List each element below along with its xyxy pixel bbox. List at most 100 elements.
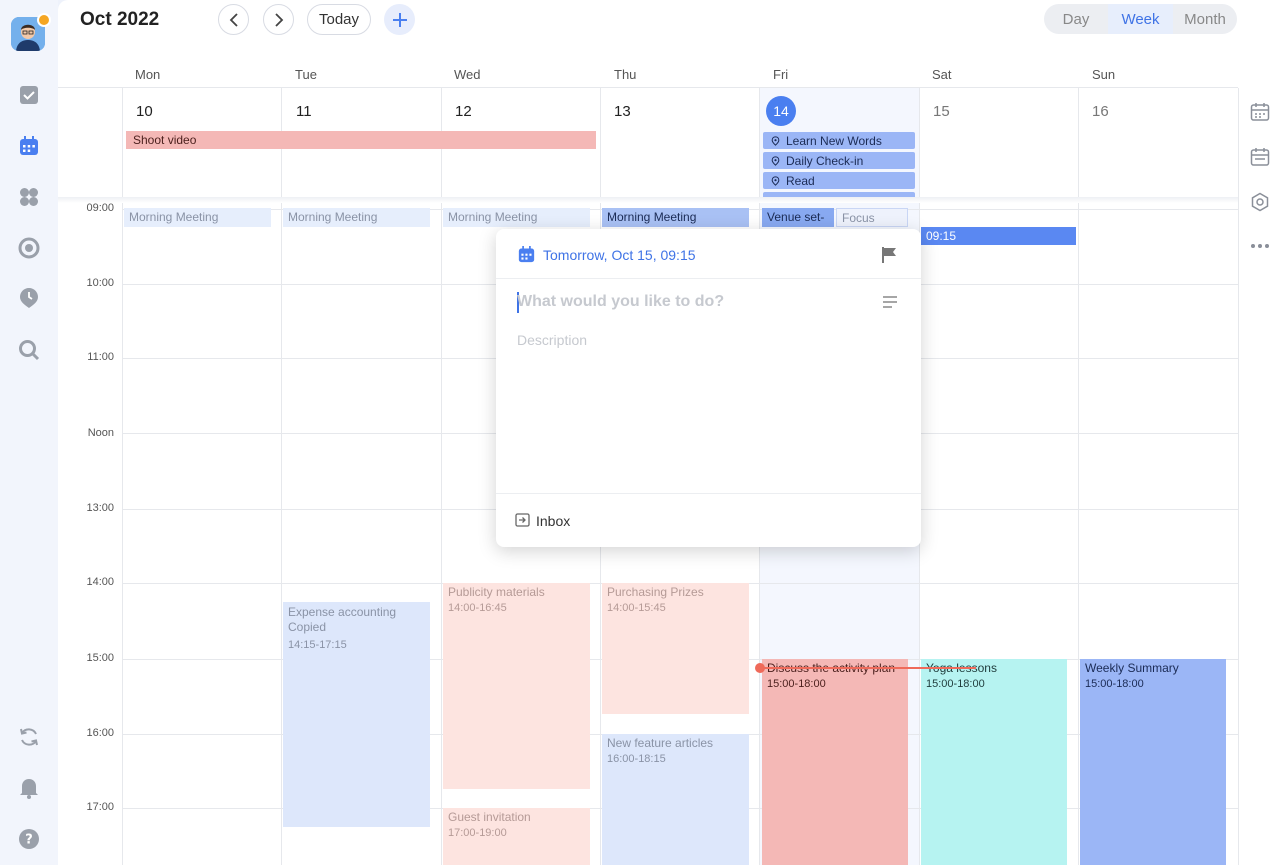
day-number-thu[interactable]: 13 xyxy=(614,103,631,120)
next-week-button[interactable] xyxy=(263,4,294,35)
popup-divider xyxy=(496,493,921,494)
time-label: Noon xyxy=(87,427,114,439)
notification-bell-icon[interactable] xyxy=(15,774,43,802)
event-title: Purchasing Prizes xyxy=(607,585,704,599)
event-title: Weekly Summary xyxy=(1085,661,1179,675)
allday-divider xyxy=(58,197,1238,203)
time-label: 10:00 xyxy=(86,277,114,289)
day-number-mon[interactable]: 10 xyxy=(136,103,153,120)
allday-task-chip[interactable]: Read xyxy=(763,172,915,189)
event-title: Expense accounting Copied xyxy=(288,605,397,634)
event-morning-meeting-thu[interactable]: Morning Meeting xyxy=(602,208,749,227)
day-number-tue[interactable]: 11 xyxy=(296,103,312,120)
day-number-sun[interactable]: 16 xyxy=(1092,103,1109,120)
current-time-line xyxy=(760,667,976,669)
today-button[interactable]: Today xyxy=(307,4,371,35)
new-event-placeholder-sat[interactable]: 09:15 xyxy=(921,227,1076,245)
view-settings-icon[interactable] xyxy=(1249,191,1271,213)
event-venue-setup[interactable]: Venue set- xyxy=(762,208,834,227)
habit-nav-icon[interactable] xyxy=(15,284,43,312)
matrix-nav-icon[interactable] xyxy=(15,183,43,211)
event-time: 14:00-16:45 xyxy=(448,602,507,614)
grid-line xyxy=(441,88,442,865)
view-week-option[interactable]: Week xyxy=(1108,4,1173,34)
description-toggle-icon[interactable] xyxy=(883,296,897,308)
time-label: 14:00 xyxy=(86,576,114,588)
event-expense-accounting[interactable]: Expense accounting Copied 14:15-17:15 xyxy=(283,602,430,827)
time-label: 11:00 xyxy=(87,351,114,363)
calendar-date-icon[interactable] xyxy=(518,246,535,263)
event-morning-meeting-tue[interactable]: Morning Meeting xyxy=(283,208,430,227)
header-divider xyxy=(58,87,1238,88)
allday-task-chip[interactable]: Learn New Words xyxy=(763,132,915,149)
calendar-view-icon[interactable] xyxy=(1249,101,1271,123)
location-pin-icon xyxy=(771,135,780,146)
search-nav-icon[interactable] xyxy=(15,336,43,364)
popup-date[interactable]: Tomorrow, Oct 15, 09:15 xyxy=(543,247,696,263)
time-label: 16:00 xyxy=(86,727,114,739)
allday-event-shoot-video[interactable]: Shoot video xyxy=(126,131,596,149)
description-input[interactable]: Description xyxy=(517,332,587,348)
event-morning-meeting-wed[interactable]: Morning Meeting xyxy=(443,208,590,227)
day-name-wed: Wed xyxy=(454,67,481,82)
view-switcher: Day Week Month xyxy=(1044,4,1237,34)
event-focus[interactable]: Focus xyxy=(836,208,908,227)
grid-line xyxy=(281,88,282,865)
view-day-option[interactable]: Day xyxy=(1044,4,1108,34)
task-title-input[interactable]: What would you like to do? xyxy=(517,293,724,311)
day-name-sat: Sat xyxy=(932,67,952,82)
add-event-button[interactable] xyxy=(384,4,415,35)
event-time: 15:00-18:00 xyxy=(767,678,826,690)
plus-icon xyxy=(392,12,407,27)
current-time-dot xyxy=(755,663,765,673)
event-time: 14:00-15:45 xyxy=(607,602,666,614)
day-number-sat[interactable]: 15 xyxy=(933,103,950,120)
event-morning-meeting-mon[interactable]: Morning Meeting xyxy=(124,208,271,227)
event-guest-invitation[interactable]: Guest invitation 17:00-19:00 xyxy=(443,808,590,865)
allday-more-indicator[interactable] xyxy=(763,192,915,197)
popup-divider xyxy=(496,278,921,279)
event-time: 16:00-18:15 xyxy=(607,753,666,765)
schedule-icon[interactable] xyxy=(1249,146,1271,168)
time-label: 09:00 xyxy=(86,202,114,214)
chevron-right-icon xyxy=(274,12,283,27)
tasks-nav-icon[interactable] xyxy=(15,81,43,109)
event-time: 14:15-17:15 xyxy=(288,639,347,651)
event-yoga-lessons[interactable]: Yoga lessons 15:00-18:00 xyxy=(921,659,1067,865)
day-number-fri-today[interactable]: 14 xyxy=(766,96,796,126)
quick-add-popup: Tomorrow, Oct 15, 09:15 What would you l… xyxy=(496,229,921,547)
svg-text:?: ? xyxy=(25,833,33,848)
event-title: New feature articles xyxy=(607,736,714,750)
event-time: 17:00-19:00 xyxy=(448,827,507,839)
location-pin-icon xyxy=(771,175,780,186)
more-options-icon[interactable] xyxy=(1249,235,1271,257)
event-weekly-summary[interactable]: Weekly Summary 15:00-18:00 xyxy=(1080,659,1226,865)
sync-icon[interactable] xyxy=(15,723,43,751)
calendar-nav-icon[interactable] xyxy=(15,132,43,160)
focus-nav-icon[interactable] xyxy=(15,234,43,262)
event-time: 15:00-18:00 xyxy=(1085,678,1144,690)
allday-task-chip[interactable]: Daily Check-in xyxy=(763,152,915,169)
event-purchasing-prizes[interactable]: Purchasing Prizes 14:00-15:45 xyxy=(602,583,749,714)
day-name-sun: Sun xyxy=(1092,67,1116,82)
event-title: Publicity materials xyxy=(448,585,545,599)
time-label: 17:00 xyxy=(86,801,114,813)
day-number-wed[interactable]: 12 xyxy=(455,103,472,120)
chip-label: Read xyxy=(786,173,815,188)
flag-priority-icon[interactable] xyxy=(881,246,897,264)
premium-crown-icon xyxy=(37,13,51,27)
event-publicity-materials[interactable]: Publicity materials 14:00-16:45 xyxy=(443,583,590,789)
chip-label: Daily Check-in xyxy=(786,153,864,168)
time-label: 15:00 xyxy=(86,652,114,664)
prev-week-button[interactable] xyxy=(218,4,249,35)
view-month-option[interactable]: Month xyxy=(1173,4,1237,34)
right-toolbar xyxy=(1238,88,1280,865)
day-name-fri: Fri xyxy=(773,67,789,82)
event-discuss-activity-plan[interactable]: Discuss the activity plan 15:00-18:00 xyxy=(762,659,908,865)
chevron-left-icon xyxy=(229,12,238,27)
day-name-thu: Thu xyxy=(614,67,637,82)
list-selector[interactable]: Inbox xyxy=(536,513,570,529)
help-icon[interactable]: ? xyxy=(15,825,43,853)
event-new-feature-articles[interactable]: New feature articles 16:00-18:15 xyxy=(602,734,749,865)
page-title: Oct 2022 xyxy=(80,9,160,30)
